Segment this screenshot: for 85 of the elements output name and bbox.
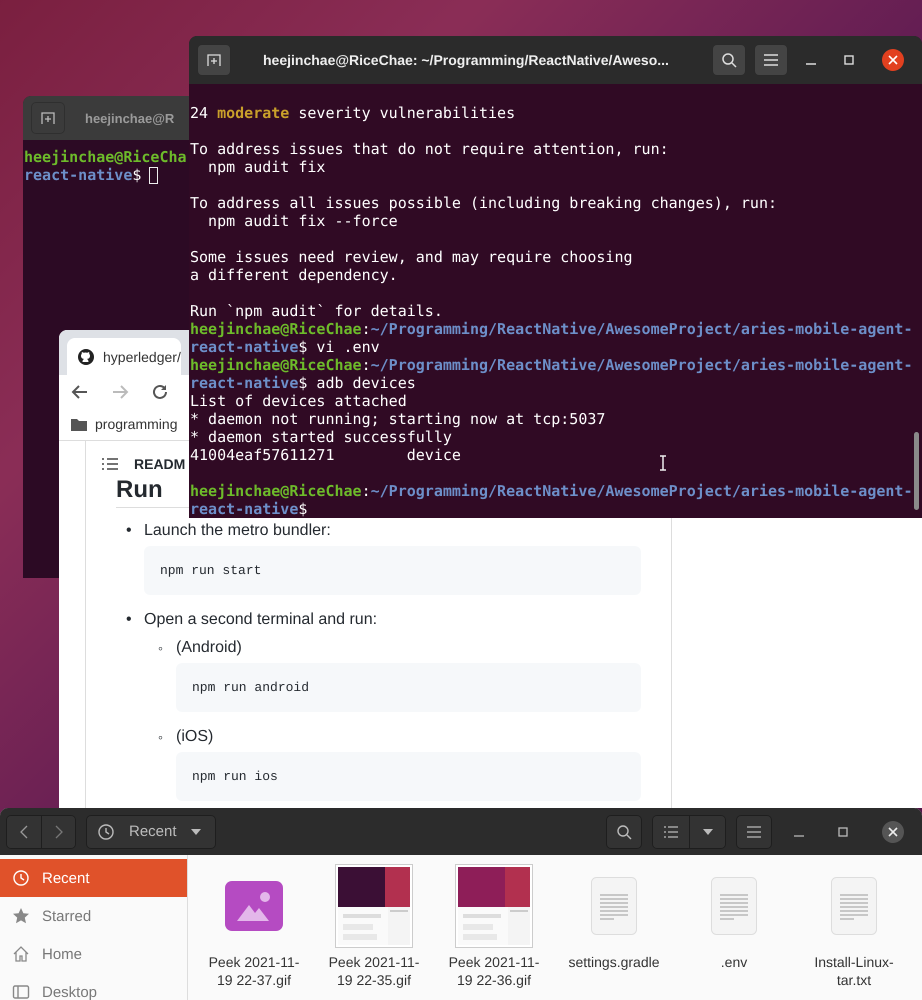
sidebar-item[interactable]: Starred xyxy=(0,897,187,935)
search-icon xyxy=(721,52,737,68)
terminal-line: npm audit fix --force xyxy=(207,212,398,230)
terminal-line: * daemon not running; starting now at tcp:5037 xyxy=(190,410,606,428)
folder-icon xyxy=(71,418,87,430)
new-tab-button[interactable] xyxy=(197,44,231,76)
list-icon xyxy=(664,826,678,838)
file-name[interactable]: .env xyxy=(682,953,786,971)
bullet: • xyxy=(126,521,133,541)
list-item: Launch the metro bundler: xyxy=(144,521,331,541)
terminal-line: To address issues that do not require attention, run: xyxy=(190,140,669,158)
bookmark-folder[interactable]: programming xyxy=(71,416,178,432)
menu-icon xyxy=(764,54,778,66)
bullet: ◦ xyxy=(158,728,164,747)
terminal-line: react-native$ adb devices xyxy=(190,374,416,392)
terminal-line: npm audit fix xyxy=(207,158,326,176)
readme-label: READM xyxy=(134,456,186,472)
terminal-line: Some issues need review, and may require choosing xyxy=(190,248,633,266)
file-name[interactable]: Peek 2021-11-19 22-35.gif xyxy=(322,953,426,989)
caret-icon xyxy=(190,828,201,834)
terminal-line: heejinchae@RiceCha xyxy=(24,148,187,166)
scrollbar[interactable] xyxy=(914,432,919,510)
new-tab-icon xyxy=(40,110,56,126)
file-name[interactable]: Install-Linux-tar.txt xyxy=(802,953,906,989)
cursor-icon xyxy=(149,167,158,184)
terminal-line: heejinchae@RiceChae:~/Programming/ReactNative/AwesomeProject/aries-mobile-agent- xyxy=(190,356,912,374)
view-list-button[interactable] xyxy=(653,816,689,848)
image-file-icon[interactable] xyxy=(225,881,283,931)
file-name[interactable]: settings.gradle xyxy=(562,953,666,971)
terminal-line: a different dependency. xyxy=(190,266,398,284)
new-tab-button[interactable] xyxy=(31,102,65,134)
file-name[interactable]: Peek 2021-11-19 22-37.gif xyxy=(202,953,306,989)
search-icon xyxy=(616,824,632,840)
menu-button[interactable] xyxy=(754,44,788,76)
terminal-line: 24 moderate severity vulnerabilities xyxy=(190,104,516,122)
menu-button[interactable] xyxy=(736,814,772,848)
caret-icon xyxy=(702,828,712,834)
text-cursor-icon xyxy=(659,455,667,471)
view-options-button[interactable] xyxy=(689,816,725,848)
terminal-line: List of devices attached xyxy=(190,392,407,410)
maximize-icon[interactable] xyxy=(838,826,848,836)
star-icon xyxy=(12,907,30,925)
new-tab-icon xyxy=(206,52,222,68)
menu-icon xyxy=(747,826,761,838)
terminal-line: heejinchae@RiceChae:~/Programming/ReactNative/AwesomeProject/aries-mobile-agent- xyxy=(190,320,912,338)
code-block: npm run start xyxy=(144,546,641,595)
back-icon[interactable] xyxy=(71,384,89,400)
bullet: ◦ xyxy=(158,639,164,658)
text-file-icon[interactable] xyxy=(711,877,757,935)
search-button[interactable] xyxy=(606,814,642,848)
home-icon xyxy=(12,945,30,963)
terminal-line: To address all issues possible (including breaking changes), run: xyxy=(190,194,777,212)
code-block: npm run ios xyxy=(176,752,641,801)
chevron-left-icon xyxy=(20,824,28,838)
sidebar-item[interactable]: Recent xyxy=(0,859,187,897)
list-icon[interactable] xyxy=(102,457,118,471)
list-item: Open a second terminal and run: xyxy=(144,610,378,630)
chevron-right-icon xyxy=(54,824,62,838)
sidebar-item[interactable]: Home xyxy=(0,935,187,973)
browser-tab[interactable]: hyperledger/ xyxy=(67,338,181,375)
sidebar-item[interactable]: Desktop xyxy=(0,973,187,1000)
bullet: • xyxy=(126,610,133,630)
desktop-icon xyxy=(12,983,30,1000)
close-icon[interactable] xyxy=(882,49,904,71)
terminal-line: Run `npm audit` for details. xyxy=(190,302,443,320)
reload-icon[interactable] xyxy=(151,382,169,400)
file-name[interactable]: Peek 2021-11-19 22-36.gif xyxy=(442,953,546,989)
terminal-line: react-native$ vi .env xyxy=(190,338,380,356)
terminal-line: * daemon started successfully xyxy=(190,428,452,446)
location-button[interactable]: Recent xyxy=(86,814,216,848)
window-title: heejinchae@RiceChae: ~/Programming/ReactNative/Aweso... xyxy=(263,52,670,68)
text-file-icon[interactable] xyxy=(831,877,877,935)
window-title: heejinchae@R xyxy=(85,110,174,126)
clock-icon xyxy=(12,869,30,887)
search-button[interactable] xyxy=(712,44,746,76)
list-item: (Android) xyxy=(176,638,242,658)
terminal-line: 41004eaf57611271 device xyxy=(190,446,461,464)
list-item: (iOS) xyxy=(176,727,214,747)
github-icon xyxy=(77,348,95,366)
code-block: npm run android xyxy=(176,663,641,712)
terminal-line: react-native$ xyxy=(24,166,142,184)
clock-icon xyxy=(97,822,115,840)
maximize-icon[interactable] xyxy=(844,55,854,65)
close-icon[interactable] xyxy=(882,820,904,842)
text-file-icon[interactable] xyxy=(591,877,637,935)
